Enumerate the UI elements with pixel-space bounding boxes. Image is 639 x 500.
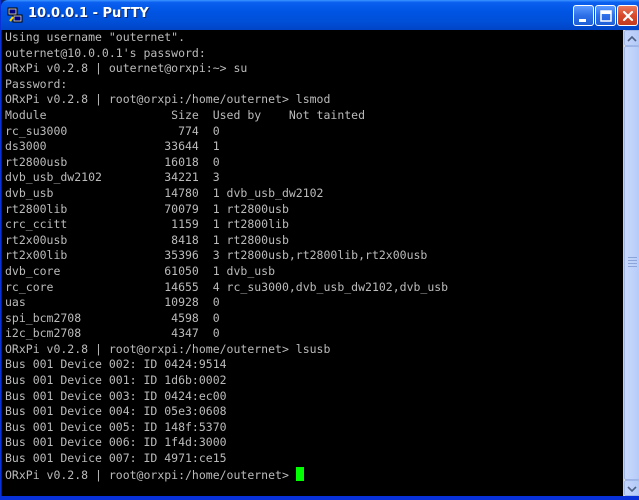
terminal-line: Bus 001 Device 007: ID 4971:ce15 [5,451,227,466]
terminal-line: ORxPi v0.2.8 | root@orxpi:/home/outernet… [5,341,331,356]
terminal-line: Bus 001 Device 006: ID 1f4d:3000 [5,435,227,450]
terminal-line: rt2x00lib 35396 3 rt2800usb,rt2800lib,rt… [5,248,428,263]
terminal-line: rc_su3000 774 0 [5,123,220,138]
terminal-prompt-line: ORxPi v0.2.8 | root@orxpi:/home/outernet… [5,466,448,483]
terminal-line: dvb_usb 14780 1 dvb_usb_dw2102 [5,185,324,200]
terminal-line: Bus 001 Device 004: ID 05e3:0608 [5,404,227,419]
terminal-line: rc_core 14655 4 rc_su3000,dvb_usb_dw2102… [5,279,449,294]
putty-window: 10.0.0.1 - PuTTY Using username "outerne… [0,0,639,500]
terminal-line: Password: [5,76,68,91]
terminal-prompt: ORxPi v0.2.8 | root@orxpi:/home/outernet… [5,467,296,482]
terminal-line: ORxPi v0.2.8 | outernet@orxpi:~> su [5,61,248,76]
minimize-button[interactable] [573,5,594,26]
maximize-button[interactable] [595,5,616,26]
close-button[interactable] [617,5,638,26]
chevron-up-icon [627,35,637,42]
close-icon [622,10,634,22]
terminal-line: Bus 001 Device 003: ID 0424:ec00 [5,388,227,403]
terminal-line: dvb_core 61050 1 dvb_usb [5,263,276,278]
terminal-line: rt2800usb 16018 0 [5,154,220,169]
window-title: 10.0.0.1 - PuTTY [28,6,149,21]
minimize-icon [579,19,586,22]
terminal-line: outernet@10.0.0.1's password: [5,45,206,60]
chevron-down-icon [627,486,637,493]
terminal-line: rt2x00usb 8418 1 rt2800usb [5,232,289,247]
terminal-line: dvb_usb_dw2102 34221 3 [5,170,220,185]
scroll-thumb[interactable] [624,46,639,480]
title-bar[interactable]: 10.0.0.1 - PuTTY [1,0,639,30]
terminal-line: ORxPi v0.2.8 | root@orxpi:/home/outernet… [5,92,331,107]
maximize-icon [600,10,612,22]
terminal-line: Bus 001 Device 002: ID 0424:9514 [5,357,227,372]
terminal-line: crc_ccitt 1159 1 rt2800lib [5,217,289,232]
terminal-line: uas 10928 0 [5,295,220,310]
terminal-line: spi_bcm2708 4598 0 [5,310,220,325]
terminal-line: Using username "outernet". [5,30,186,44]
vertical-scrollbar[interactable] [623,30,639,496]
terminal-line: Bus 001 Device 005: ID 148f:5370 [5,419,227,434]
scroll-up-button[interactable] [624,30,639,46]
terminal-line: Bus 001 Device 001: ID 1d6b:0002 [5,373,227,388]
terminal-line: rt2800lib 70079 1 rt2800usb [5,201,289,216]
terminal-line: i2c_bcm2708 4347 0 [5,326,220,341]
putty-icon[interactable] [7,7,23,23]
terminal-line: ds3000 33644 1 [5,139,220,154]
terminal-area[interactable]: Using username "outernet". outernet@10.0.… [2,30,623,496]
terminal-output: Using username "outernet". outernet@10.0.… [5,30,448,482]
window-bottom-border [1,496,639,500]
terminal-cursor [295,466,304,481]
scroll-down-button[interactable] [624,480,639,496]
terminal-line: Module Size Used by Not tainted [5,107,366,122]
